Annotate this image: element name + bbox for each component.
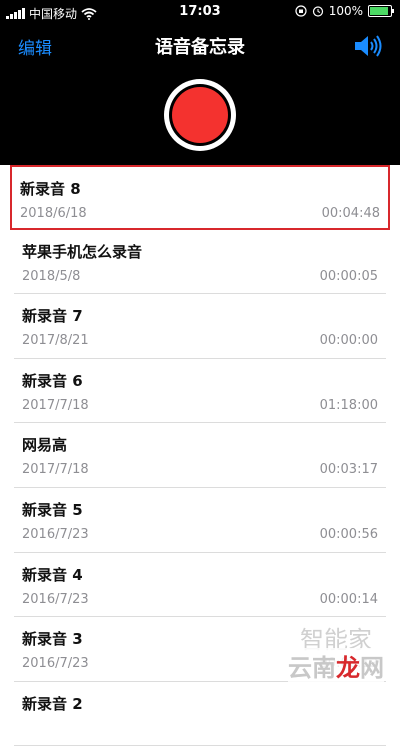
recording-row[interactable]: 新录音 6 2017/7/18 01:18:00 xyxy=(14,359,386,424)
recording-duration: 00:00:00 xyxy=(319,333,378,349)
recording-row[interactable]: 新录音 5 2016/7/23 00:00:56 xyxy=(14,488,386,553)
recording-duration: 01:18:00 xyxy=(319,397,378,413)
recording-duration: 00:00:56 xyxy=(319,526,378,542)
recording-date: 2018/6/18 xyxy=(20,206,87,221)
recording-row[interactable]: 新录音 2 xyxy=(14,682,386,746)
recording-date: 2018/5/8 xyxy=(22,268,81,284)
recording-duration: 00:03:17 xyxy=(319,462,378,478)
recording-date: 2016/7/23 xyxy=(22,656,89,672)
recording-date: 2016/7/23 xyxy=(22,591,89,607)
recording-duration: 00:00:05 xyxy=(319,268,378,284)
record-icon xyxy=(172,87,228,143)
watermark-part-c: 网 xyxy=(360,654,384,682)
recording-date: 2016/7/23 xyxy=(22,526,89,542)
status-right: 100% xyxy=(295,4,394,18)
header: 中国移动 17:03 100% 编辑 语音备忘录 xyxy=(0,0,400,165)
page-title: 语音备忘录 xyxy=(155,37,245,58)
recording-name: 新录音 8 xyxy=(20,180,81,198)
recording-duration: 00:04:48 xyxy=(321,206,380,221)
battery-icon xyxy=(368,5,394,17)
recording-date: 2017/7/18 xyxy=(22,462,89,478)
record-button[interactable] xyxy=(164,79,236,151)
recording-name: 新录音 5 xyxy=(22,500,83,519)
speaker-icon[interactable] xyxy=(354,35,384,57)
battery-fill xyxy=(370,7,388,15)
recording-duration: 00:00:14 xyxy=(319,591,378,607)
recording-row[interactable]: 新录音 7 2017/8/21 00:00:00 xyxy=(14,294,386,359)
recording-name: 新录音 7 xyxy=(22,307,83,326)
status-bar: 中国移动 17:03 100% xyxy=(0,0,400,24)
recording-row[interactable]: 苹果手机怎么录音 2018/5/8 00:00:05 xyxy=(14,230,386,295)
alarm-icon xyxy=(312,6,323,17)
recording-row[interactable]: 新录音 4 2016/7/23 00:00:14 xyxy=(14,553,386,618)
recording-date: 2017/7/18 xyxy=(22,397,89,413)
watermark-part-a: 云南 xyxy=(288,654,336,682)
recording-name: 新录音 3 xyxy=(22,630,83,649)
recording-name: 新录音 6 xyxy=(22,371,83,390)
watermark-line2: 云南龙网 xyxy=(288,648,384,683)
battery-percent: 100% xyxy=(328,4,363,18)
recording-row[interactable]: 网易高 2017/7/18 00:03:17 xyxy=(14,423,386,488)
recording-name: 苹果手机怎么录音 xyxy=(22,242,143,261)
recording-name: 新录音 4 xyxy=(22,565,83,584)
orientation-lock-icon xyxy=(295,5,307,17)
recording-name: 网易高 xyxy=(22,436,68,455)
watermark-part-b: 龙 xyxy=(336,654,360,682)
recording-date: 2017/8/21 xyxy=(22,333,89,349)
recording-row-selected[interactable]: 新录音 8 2018/6/18 00:04:48 xyxy=(10,165,390,230)
